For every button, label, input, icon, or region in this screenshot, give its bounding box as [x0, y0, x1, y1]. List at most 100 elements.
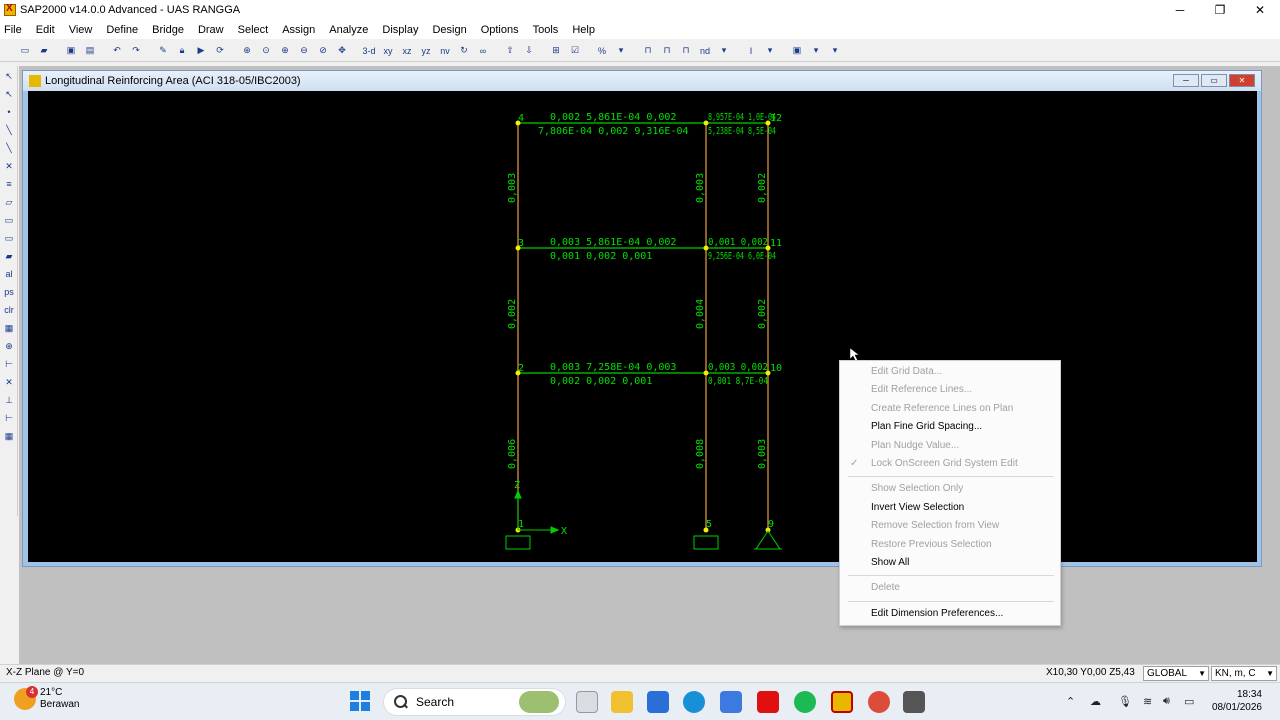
- menu-item-remove-selection-from-view[interactable]: Remove Selection from View: [840, 517, 1060, 535]
- coord-system-select[interactable]: GLOBAL ▼: [1143, 666, 1209, 681]
- model-maximize-button[interactable]: ▭: [1201, 74, 1227, 87]
- tray-cloud-icon[interactable]: ☁: [1090, 695, 1101, 708]
- menu-item-plan-fine-grid-spacing[interactable]: Plan Fine Grid Spacing...: [840, 418, 1060, 436]
- zoom-window-icon[interactable]: ⊕: [238, 42, 256, 60]
- menu-item-show-all[interactable]: Show All: [840, 554, 1060, 572]
- rotate-view-icon[interactable]: ↻: [455, 42, 473, 60]
- menu-item-lock-onscreen-grid[interactable]: ✓ Lock OnScreen Grid System Edit: [840, 455, 1060, 473]
- menu-item-edit-grid-data[interactable]: Edit Grid Data...: [840, 363, 1060, 381]
- toolbar-overflow-icon[interactable]: ▾: [612, 42, 630, 60]
- menu-tools[interactable]: Tools: [533, 24, 559, 36]
- microsoft-store-icon[interactable]: [720, 691, 742, 713]
- menu-item-restore-previous-selection[interactable]: Restore Previous Selection: [840, 536, 1060, 554]
- zoom-restore-icon[interactable]: ⊙: [257, 42, 275, 60]
- view-xz-button[interactable]: xz: [398, 42, 416, 60]
- snap-midpoint-icon[interactable]: ⊢: [1, 356, 17, 372]
- spotify-icon[interactable]: [794, 691, 816, 713]
- menu-edit[interactable]: Edit: [36, 24, 55, 36]
- edge-browser-icon[interactable]: [683, 691, 705, 713]
- sap2000-taskbar-icon[interactable]: [831, 691, 853, 713]
- menu-bridge[interactable]: Bridge: [152, 24, 184, 36]
- close-button[interactable]: ✕: [1240, 0, 1280, 20]
- units-select[interactable]: KN, m, C ▼: [1211, 666, 1277, 681]
- menu-item-delete[interactable]: Delete: [840, 579, 1060, 597]
- maximize-button[interactable]: ❐: [1200, 0, 1240, 20]
- chrome-icon[interactable]: [868, 691, 890, 713]
- zoom-previous-icon[interactable]: ⊘: [314, 42, 332, 60]
- snap-joints-icon[interactable]: ⊕: [1, 338, 17, 354]
- nd-button[interactable]: nd: [696, 42, 714, 60]
- display-icon[interactable]: ▣: [788, 42, 806, 60]
- menu-options[interactable]: Options: [481, 24, 519, 36]
- menu-item-edit-dimension-preferences[interactable]: Edit Dimension Preferences...: [840, 605, 1060, 623]
- view-nv-button[interactable]: nv: [436, 42, 454, 60]
- pan-icon[interactable]: ✥: [333, 42, 351, 60]
- intersecting-line-icon[interactable]: ▦: [1, 320, 17, 336]
- view-3d-button[interactable]: 3-d: [360, 42, 378, 60]
- snipping-tool-icon[interactable]: [903, 691, 925, 713]
- menu-file[interactable]: File: [4, 24, 22, 36]
- menu-design[interactable]: Design: [432, 24, 466, 36]
- run-analysis-icon[interactable]: ▶: [192, 42, 210, 60]
- reshape-icon[interactable]: ↖: [1, 86, 17, 102]
- section-dropdown-icon[interactable]: ▾: [761, 42, 779, 60]
- open-folder-icon[interactable]: ▰: [35, 42, 53, 60]
- weather-widget[interactable]: 4 21°C Berawan: [14, 686, 79, 711]
- view-xy-button[interactable]: xy: [379, 42, 397, 60]
- frame-loads-icon[interactable]: ⊓: [677, 42, 695, 60]
- quick-draw-frame-icon[interactable]: ╲: [1, 140, 17, 156]
- display-dropdown-icon[interactable]: ▾: [807, 42, 825, 60]
- previous-selection-icon[interactable]: ps: [1, 284, 17, 300]
- percent-icon[interactable]: %: [593, 42, 611, 60]
- section-icon[interactable]: Ι: [742, 42, 760, 60]
- microphone-icon[interactable]: 🎙︎: [1118, 695, 1132, 708]
- snap-fine-grid-icon[interactable]: ▦: [1, 428, 17, 444]
- windows-start-icon[interactable]: [350, 691, 370, 711]
- zoom-in-icon[interactable]: ⊕: [276, 42, 294, 60]
- model-minimize-button[interactable]: ─: [1173, 74, 1199, 87]
- minimize-button[interactable]: ─: [1160, 0, 1200, 20]
- set-display-options-icon[interactable]: ⊞: [547, 42, 565, 60]
- model-close-button[interactable]: ✕: [1229, 74, 1255, 87]
- menu-analyze[interactable]: Analyze: [329, 24, 368, 36]
- check-icon[interactable]: ☑: [566, 42, 584, 60]
- clear-selection-icon[interactable]: clr: [1, 302, 17, 318]
- pointer-icon[interactable]: ↖: [1, 68, 17, 84]
- toolbar-overflow-icon-2[interactable]: ▾: [715, 42, 733, 60]
- lock-icon[interactable]: 🔒︎: [173, 42, 191, 60]
- speaker-icon[interactable]: 🔊︎: [1163, 695, 1170, 708]
- draw-rectangular-area-icon[interactable]: ▭: [1, 212, 17, 228]
- menu-define[interactable]: Define: [106, 24, 138, 36]
- tray-chevron-up-icon[interactable]: ⌃: [1066, 695, 1075, 708]
- menu-item-show-selection-only[interactable]: Show Selection Only: [840, 480, 1060, 498]
- menu-display[interactable]: Display: [382, 24, 418, 36]
- taskbar-search-box[interactable]: Search: [383, 688, 566, 716]
- menu-draw[interactable]: Draw: [198, 24, 224, 36]
- draw-frame-icon[interactable]: ╲: [1, 122, 17, 138]
- youtube-icon[interactable]: [757, 691, 779, 713]
- perspective-icon[interactable]: ∞: [474, 42, 492, 60]
- print-icon[interactable]: ▤: [81, 42, 99, 60]
- menu-item-edit-reference-lines[interactable]: Edit Reference Lines...: [840, 381, 1060, 399]
- draw-area-icon[interactable]: ▱: [1, 194, 17, 210]
- frame-release-icon[interactable]: ⊓: [658, 42, 676, 60]
- wifi-icon[interactable]: ≋: [1143, 695, 1152, 708]
- battery-icon[interactable]: ▭: [1184, 695, 1194, 708]
- file-explorer-icon[interactable]: [611, 691, 633, 713]
- refresh-icon[interactable]: ⟳: [211, 42, 229, 60]
- zoom-out-icon[interactable]: ⊖: [295, 42, 313, 60]
- draw-secondary-beam-icon[interactable]: ≡: [1, 176, 17, 192]
- pencil-icon[interactable]: ✎: [154, 42, 172, 60]
- menu-view[interactable]: View: [69, 24, 93, 36]
- menu-item-plan-nudge-value[interactable]: Plan Nudge Value...: [840, 437, 1060, 455]
- draw-joint-icon[interactable]: •: [1, 104, 17, 120]
- menu-assign[interactable]: Assign: [282, 24, 315, 36]
- model-canvas[interactable]: Z X 4 3 2 1 5 9 12 11 10 0,002 5,861E-04…: [28, 91, 1257, 562]
- snap-intersection-icon[interactable]: ✕: [1, 374, 17, 390]
- system-clock[interactable]: 18:34 08/01/2026: [1206, 688, 1262, 714]
- menu-help[interactable]: Help: [572, 24, 595, 36]
- select-all-icon[interactable]: al: [1, 266, 17, 282]
- menu-select[interactable]: Select: [238, 24, 269, 36]
- frame-icon[interactable]: ⊓: [639, 42, 657, 60]
- quick-draw-area-icon[interactable]: ▭: [1, 230, 17, 246]
